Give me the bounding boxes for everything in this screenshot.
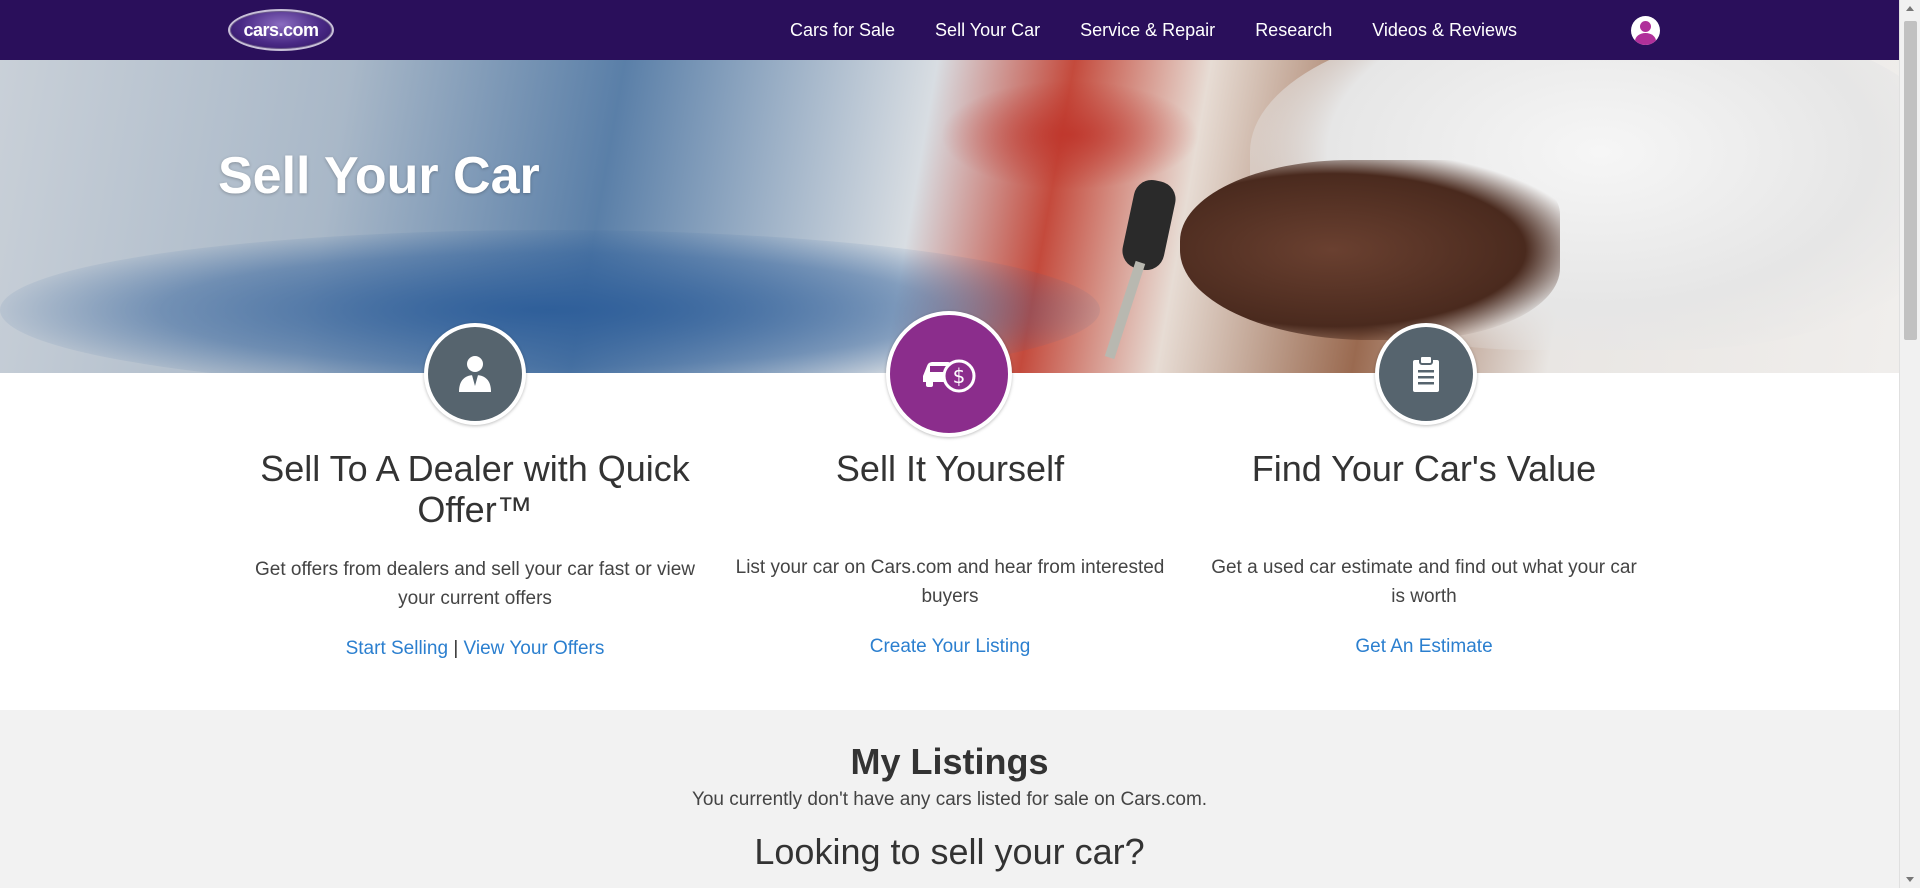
page-title: Sell Your Car: [218, 147, 540, 205]
page-scrollbar[interactable]: [1899, 0, 1920, 888]
scroll-up-arrow-icon[interactable]: [1906, 6, 1914, 11]
nav-videos-reviews[interactable]: Videos & Reviews: [1372, 20, 1517, 41]
car-dollar-icon: $: [886, 311, 1012, 437]
feature-title: Find Your Car's Value: [1251, 448, 1597, 489]
start-selling-link[interactable]: Start Selling: [346, 638, 448, 659]
feature-description: List your car on Cars.com and hear from …: [735, 557, 1165, 607]
feature-description: Get a used car estimate and find out wha…: [1211, 557, 1637, 607]
my-listings-title: My Listings: [850, 741, 1049, 782]
no-listings-message: You currently don't have any cars listed…: [691, 789, 1208, 810]
nav-research[interactable]: Research: [1255, 20, 1332, 41]
dealer-person-svg: [459, 356, 491, 392]
feature-links: Get An Estimate: [1199, 636, 1649, 658]
get-an-estimate-link[interactable]: Get An Estimate: [1355, 636, 1492, 657]
hero-hand: [1180, 160, 1560, 340]
svg-text:$: $: [953, 364, 966, 388]
feature-title: Sell To A Dealer with Quick Offer™: [260, 448, 690, 530]
looking-to-sell-heading: Looking to sell your car?: [754, 831, 1145, 872]
avatar-head: [1640, 21, 1651, 32]
my-listings-section: My Listings You currently don't have any…: [0, 710, 1899, 888]
nav-service-repair[interactable]: Service & Repair: [1080, 20, 1215, 41]
avatar-shoulders: [1635, 33, 1656, 45]
top-navigation: cars.com Cars for Sale Sell Your Car Ser…: [0, 0, 1899, 60]
feature-links: Create Your Listing: [725, 636, 1175, 658]
main-nav: Cars for Sale Sell Your Car Service & Re…: [790, 0, 1557, 60]
dealer-person-icon: [424, 323, 526, 425]
link-separator: |: [453, 638, 459, 659]
nav-sell-your-car[interactable]: Sell Your Car: [935, 20, 1040, 41]
feature-description: Get offers from dealers and sell your ca…: [255, 559, 695, 609]
feature-links: Start Selling | View Your Offers: [250, 638, 700, 660]
create-your-listing-link[interactable]: Create Your Listing: [870, 636, 1031, 657]
car-dollar-svg: $: [923, 359, 976, 393]
clipboard-icon: [1375, 323, 1477, 425]
scroll-down-arrow-icon[interactable]: [1906, 877, 1914, 882]
hero-red-car-blur: [940, 80, 1200, 190]
user-avatar-icon[interactable]: [1631, 16, 1660, 45]
scrollbar-thumb[interactable]: [1904, 21, 1917, 340]
hero-car-key: [1119, 176, 1179, 274]
hero-key-blade: [1104, 260, 1146, 360]
view-your-offers-link[interactable]: View Your Offers: [464, 638, 605, 659]
logo-text: cars.com: [243, 19, 319, 40]
nav-cars-for-sale[interactable]: Cars for Sale: [790, 20, 895, 41]
clipboard-svg: [1413, 355, 1439, 392]
cars-com-logo[interactable]: cars.com: [228, 9, 334, 51]
feature-title: Sell It Yourself: [835, 448, 1065, 489]
